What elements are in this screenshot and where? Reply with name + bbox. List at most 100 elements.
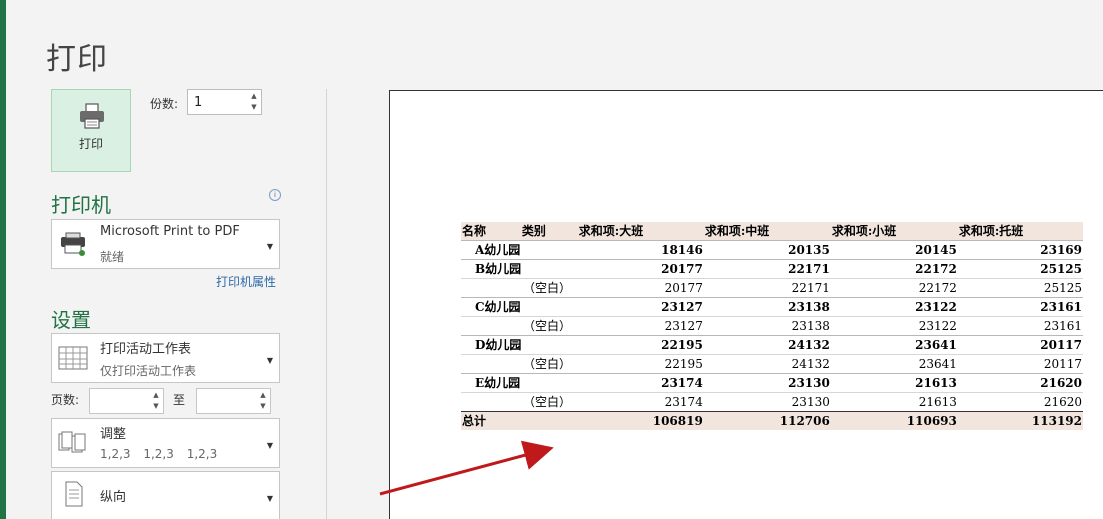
table-row: （空白） 23174 23130 21613 21620 xyxy=(461,392,1083,412)
page-from-input[interactable]: ▲ ▼ xyxy=(89,388,164,414)
row-label: D幼儿园 xyxy=(461,335,578,355)
table-cell: 22195 xyxy=(577,335,704,355)
table-cell: 21613 xyxy=(830,373,958,393)
copies-increment-icon[interactable]: ▲ xyxy=(249,91,259,102)
printer-section-title: 打印机 xyxy=(51,193,111,217)
column-header: 类别 xyxy=(520,222,578,241)
total-label: 总计 xyxy=(461,411,578,430)
table-cell: 106819 xyxy=(577,411,704,430)
table-cell: 24132 xyxy=(703,335,831,355)
collate-description: 1,2,3 1,2,3 1,2,3 xyxy=(100,447,218,461)
orientation-select[interactable]: 纵向 ▼ xyxy=(51,471,280,519)
printer-select[interactable]: Microsoft Print to PDF 就绪 ▼ xyxy=(51,219,280,269)
table-cell: 23174 xyxy=(577,392,704,412)
page-to-increment-icon[interactable]: ▲ xyxy=(258,390,268,401)
table-cell: 23127 xyxy=(577,316,704,336)
table-cell: 23161 xyxy=(957,316,1083,336)
table-cell: 113192 xyxy=(957,411,1083,430)
table-cell: 22172 xyxy=(830,259,958,279)
table-cell: 22172 xyxy=(830,278,958,298)
table-cell: 21613 xyxy=(830,392,958,412)
table-cell: 23138 xyxy=(703,316,831,336)
table-cell: 20177 xyxy=(577,278,704,298)
table-cell: 20117 xyxy=(957,354,1083,374)
table-cell: 20177 xyxy=(577,259,704,279)
copies-label: 份数: xyxy=(150,97,179,111)
table-cell: 23169 xyxy=(957,240,1083,260)
print-scope-select[interactable]: 打印活动工作表 仅打印活动工作表 ▼ xyxy=(51,333,280,383)
table-cell: 23122 xyxy=(830,297,958,317)
row-label: （空白） xyxy=(461,354,578,374)
table-cell: 18146 xyxy=(577,240,704,260)
page-from-increment-icon[interactable]: ▲ xyxy=(151,390,161,401)
row-label: C幼儿园 xyxy=(461,297,578,317)
row-label: E幼儿园 xyxy=(461,373,578,393)
table-cell: 20145 xyxy=(830,240,958,260)
info-icon[interactable]: i xyxy=(269,189,281,201)
printer-icon xyxy=(80,103,104,129)
table-cell: 21620 xyxy=(957,373,1083,393)
table-cell: 23161 xyxy=(957,297,1083,317)
table-row: （空白） 23127 23138 23122 23161 xyxy=(461,316,1083,336)
settings-section-title: 设置 xyxy=(51,308,91,332)
page-title: 打印 xyxy=(46,42,108,77)
collate-label: 调整 xyxy=(100,427,127,442)
annotation-arrow xyxy=(379,440,554,496)
table-cell: 20117 xyxy=(957,335,1083,355)
copies-value: 1 xyxy=(194,95,203,110)
column-header: 求和项:大班 xyxy=(577,222,704,241)
page-from-decrement-icon[interactable]: ▼ xyxy=(151,401,161,412)
table-cell: 23174 xyxy=(577,373,704,393)
table-cell: 112706 xyxy=(703,411,831,430)
table-row: D幼儿园 22195 24132 23641 20117 xyxy=(461,335,1083,355)
page-to-label: 至 xyxy=(173,393,186,407)
table-cell: 23138 xyxy=(703,297,831,317)
panel-divider xyxy=(326,89,327,519)
table-cell: 22171 xyxy=(703,259,831,279)
row-label: B幼儿园 xyxy=(461,259,578,279)
table-row: A幼儿园 18146 20135 20145 23169 xyxy=(461,240,1083,260)
printer-name: Microsoft Print to PDF xyxy=(100,224,240,239)
table-cell: 24132 xyxy=(703,354,831,374)
printer-icon xyxy=(61,232,85,256)
page-to-input[interactable]: ▲ ▼ xyxy=(196,388,271,414)
chevron-down-icon: ▼ xyxy=(266,494,273,503)
page-to-decrement-icon[interactable]: ▼ xyxy=(258,401,268,412)
chevron-down-icon: ▼ xyxy=(266,441,273,450)
table-row: B幼儿园 20177 22171 22172 25125 xyxy=(461,259,1083,279)
table-row: E幼儿园 23174 23130 21613 21620 xyxy=(461,373,1083,393)
preview-pivot-table: 名称 类别 求和项:大班 求和项:中班 求和项:小班 求和项:托班 A幼儿园 18… xyxy=(461,222,1083,430)
column-header: 名称 xyxy=(461,222,521,241)
row-label: A幼儿园 xyxy=(461,240,578,260)
table-cell: 23130 xyxy=(703,373,831,393)
table-cell: 22195 xyxy=(577,354,704,374)
column-header: 求和项:托班 xyxy=(957,222,1083,241)
app-accent-strip xyxy=(0,0,6,519)
table-cell: 110693 xyxy=(830,411,958,430)
table-cell: 23130 xyxy=(703,392,831,412)
total-row: 总计 106819 112706 110693 113192 xyxy=(461,411,1083,430)
printer-properties-link[interactable]: 打印机属性 xyxy=(216,273,276,290)
copies-input[interactable]: 1 ▲ ▼ xyxy=(187,89,262,115)
printer-status: 就绪 xyxy=(100,250,125,264)
collate-select[interactable]: 调整 1,2,3 1,2,3 1,2,3 ▼ xyxy=(51,418,280,468)
row-label: （空白） xyxy=(461,392,578,412)
column-header: 求和项:中班 xyxy=(703,222,831,241)
print-button-label: 打印 xyxy=(78,137,103,151)
table-cell: 23122 xyxy=(830,316,958,336)
collate-icon xyxy=(58,431,86,453)
table-cell: 22171 xyxy=(703,278,831,298)
sheet-grid-icon xyxy=(58,346,88,370)
table-header-row: 名称 类别 求和项:大班 求和项:中班 求和项:小班 求和项:托班 xyxy=(461,222,1083,241)
orientation-label: 纵向 xyxy=(100,490,127,505)
copies-decrement-icon[interactable]: ▼ xyxy=(249,102,259,113)
table-cell: 25125 xyxy=(957,259,1083,279)
print-button[interactable]: 打印 xyxy=(51,89,131,172)
print-scope-description: 仅打印活动工作表 xyxy=(100,364,197,378)
row-label: （空白） xyxy=(461,316,578,336)
table-cell: 21620 xyxy=(957,392,1083,412)
table-row: （空白） 22195 24132 23641 20117 xyxy=(461,354,1083,374)
print-scope-label: 打印活动工作表 xyxy=(100,342,192,357)
table-cell: 20135 xyxy=(703,240,831,260)
table-row: C幼儿园 23127 23138 23122 23161 xyxy=(461,297,1083,317)
